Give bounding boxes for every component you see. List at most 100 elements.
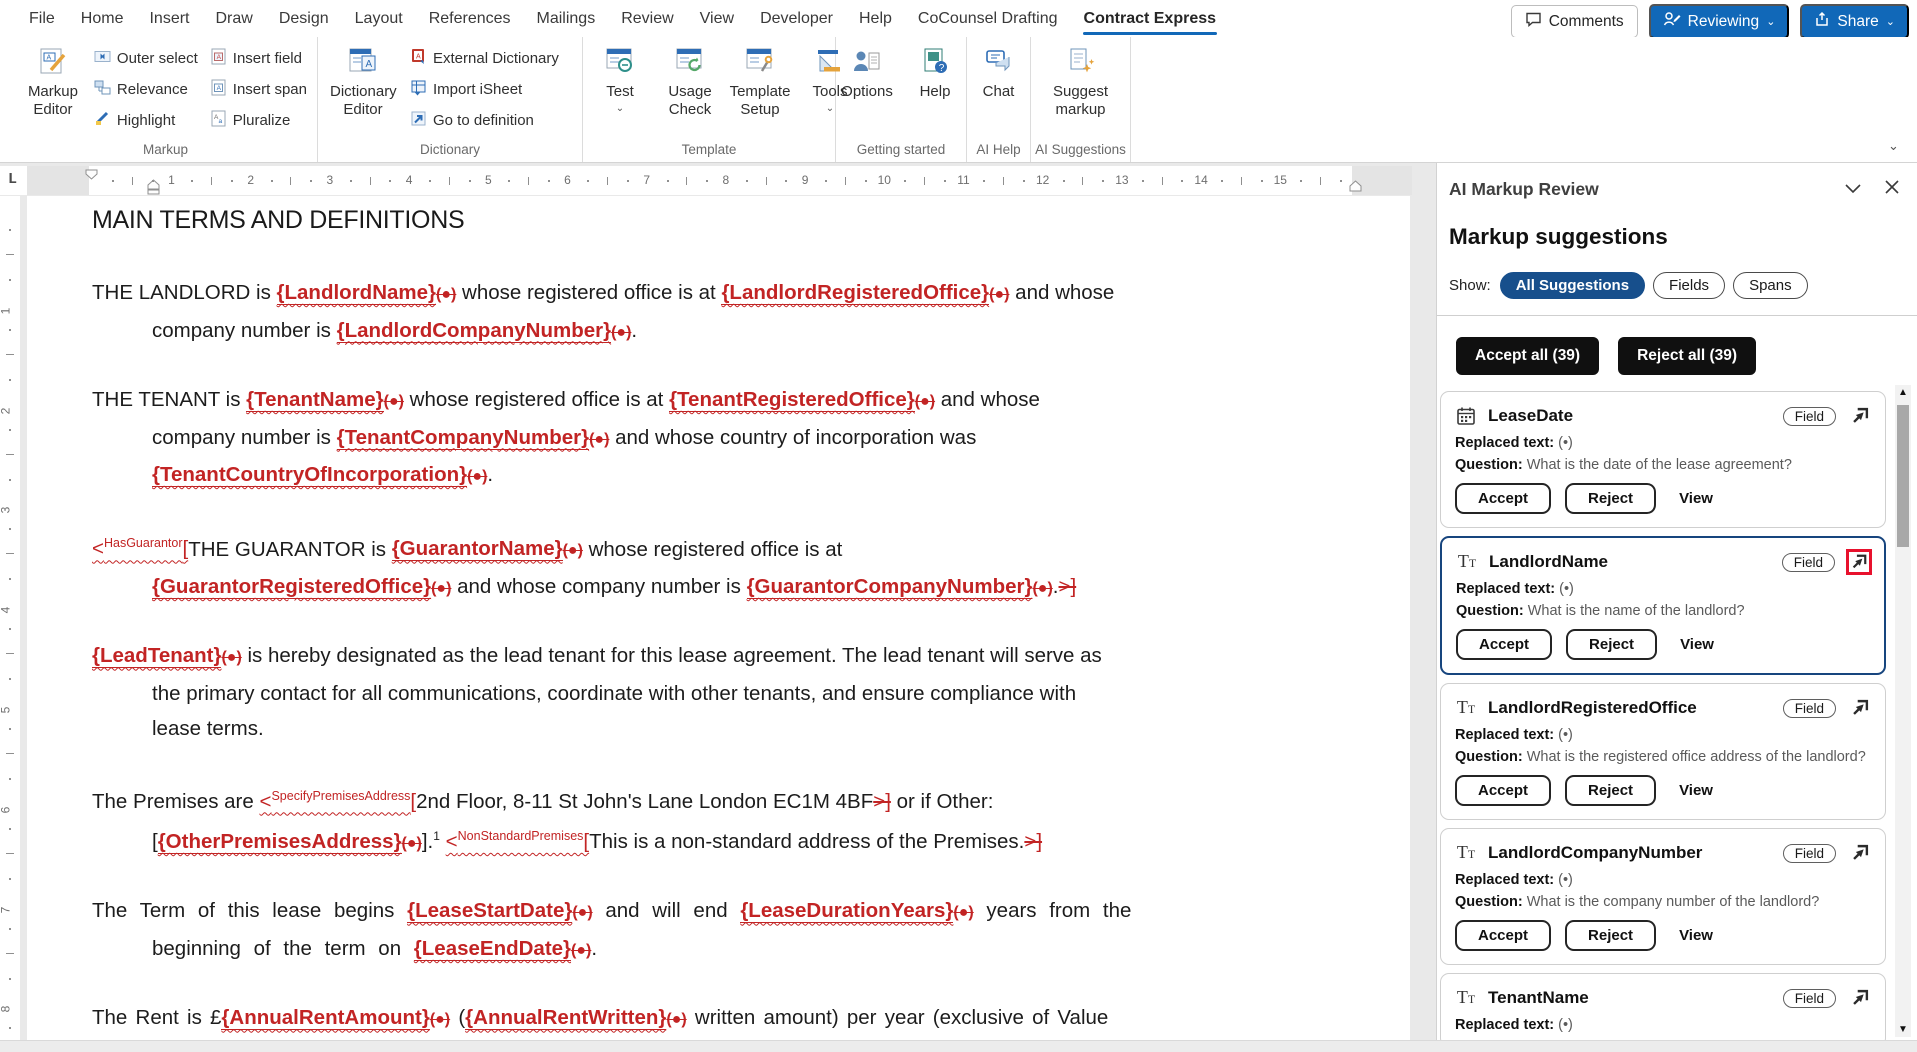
panel-scrollbar[interactable]: ▲ ▼ [1895, 385, 1911, 1037]
reject-button[interactable]: Reject [1565, 920, 1656, 951]
accept-button[interactable]: Accept [1455, 920, 1551, 951]
tab-cocounsel-drafting[interactable]: CoCounsel Drafting [905, 0, 1071, 37]
external-dictionary-button[interactable]: A External Dictionary [406, 43, 563, 74]
import-isheet-button[interactable]: Import iSheet [406, 74, 563, 105]
ruler-tick [1261, 180, 1263, 182]
highlight-button[interactable]: Highlight [90, 105, 202, 136]
filter-fields[interactable]: Fields [1653, 272, 1725, 299]
template-setup-button[interactable]: Template Setup [729, 43, 791, 119]
ruler-tick [1241, 177, 1242, 185]
tab-insert[interactable]: Insert [136, 0, 202, 37]
markup-editor-button[interactable]: A Markup Editor [20, 43, 86, 119]
horizontal-ruler[interactable]: L 123456789101112131415 [0, 166, 1412, 195]
right-indent-marker[interactable] [1348, 179, 1363, 197]
ruler-tick [904, 180, 906, 182]
close-icon[interactable] [1885, 180, 1899, 199]
first-line-indent-marker[interactable] [85, 167, 98, 185]
tab-developer[interactable]: Developer [747, 0, 846, 37]
paragraph: THE LANDLORD is {LandlordName}(●) whose … [92, 275, 1345, 350]
tab-selector-icon[interactable]: L [8, 171, 17, 188]
document-text: 2nd Floor, 8-11 St John's Lane London EC… [416, 790, 873, 813]
goto-document-icon[interactable] [1847, 403, 1873, 429]
help-icon: ? [920, 47, 950, 80]
suggestion-card-LeaseDate[interactable]: LeaseDateFieldReplaced text: (•)Question… [1440, 391, 1886, 528]
suggestion-card-LandlordCompanyNumber[interactable]: TTLandlordCompanyNumberFieldReplaced tex… [1440, 828, 1886, 965]
view-link[interactable]: View [1679, 490, 1713, 507]
suggestion-card-TenantName[interactable]: TTTenantNameFieldReplaced text: (•) [1440, 973, 1886, 1040]
goto-document-icon[interactable] [1847, 840, 1873, 866]
ruler-number: 2 [247, 173, 254, 187]
accept-button[interactable]: Accept [1456, 629, 1552, 660]
vertical-ruler[interactable]: 12345678 [0, 196, 20, 1040]
reject-all-button[interactable]: Reject all (39) [1618, 337, 1756, 375]
span-open-marker-SpecifyPremisesAddress: <SpecifyPremisesAddress[ [259, 790, 416, 813]
tab-contract-express[interactable]: Contract Express [1071, 0, 1230, 37]
usage-check-button[interactable]: Usage Check [659, 43, 721, 119]
filter-all-suggestions[interactable]: All Suggestions [1500, 272, 1645, 299]
ruler-tick [1221, 180, 1223, 182]
share-button[interactable]: Share ⌄ [1800, 4, 1909, 39]
accept-button[interactable]: Accept [1455, 775, 1551, 806]
document-page[interactable]: MAIN TERMS AND DEFINITIONS THE LANDLORD … [27, 196, 1410, 1040]
ruler-number: 8 [723, 173, 730, 187]
ruler-tick [9, 828, 11, 830]
collapse-ribbon-icon[interactable]: ⌄ [1888, 138, 1899, 154]
goto-document-icon[interactable] [1847, 695, 1873, 721]
accept-button[interactable]: Accept [1455, 483, 1551, 514]
group-label-dictionary: Dictionary [318, 141, 582, 162]
go-to-definition-button[interactable]: Go to definition [406, 105, 563, 136]
reject-button[interactable]: Reject [1565, 775, 1656, 806]
tab-file[interactable]: File [16, 0, 68, 37]
ruler-number: 11 [957, 173, 969, 187]
view-link[interactable]: View [1680, 636, 1714, 653]
document-text: or if Other: [891, 790, 994, 813]
pluralize-button[interactable]: Aa Pluralize [206, 105, 311, 136]
filter-spans[interactable]: Spans [1733, 272, 1808, 299]
reject-button[interactable]: Reject [1565, 483, 1656, 514]
panel-title: AI Markup Review [1449, 179, 1821, 200]
comments-button[interactable]: Comments [1511, 5, 1638, 38]
tab-help[interactable]: Help [846, 0, 905, 37]
chat-button[interactable]: Chat [968, 43, 1030, 101]
tab-review[interactable]: Review [608, 0, 686, 37]
paragraph: The Rent is £{AnnualRentAmount}(●) ({Ann… [92, 1000, 1345, 1040]
help-button[interactable]: ? Help [904, 43, 966, 101]
ruler-number: 8 [0, 1006, 12, 1013]
paragraph: The Premises are <SpecifyPremisesAddress… [92, 779, 1345, 862]
dictionary-editor-button[interactable]: A Dictionary Editor [324, 43, 402, 119]
options-button[interactable]: Options [836, 43, 898, 101]
tab-references[interactable]: References [416, 0, 524, 37]
reject-button[interactable]: Reject [1566, 629, 1657, 660]
chevron-down-icon[interactable] [1845, 181, 1861, 199]
goto-document-icon[interactable] [1846, 549, 1872, 575]
tab-home[interactable]: Home [68, 0, 137, 37]
suggestion-card-LandlordRegisteredOffice[interactable]: TTLandlordRegisteredOfficeFieldReplaced … [1440, 683, 1886, 820]
accept-all-button[interactable]: Accept all (39) [1456, 337, 1599, 375]
tab-view[interactable]: View [687, 0, 747, 37]
usage-check-icon [675, 47, 705, 80]
field-type-badge: Field [1783, 989, 1836, 1008]
suggestion-title: LandlordName [1489, 552, 1608, 572]
document-text: company number is [152, 426, 337, 449]
suggestion-card-LandlordName[interactable]: TTLandlordNameFieldReplaced text: (•)Que… [1440, 536, 1886, 675]
suggest-markup-button[interactable]: Suggest markup [1045, 43, 1117, 119]
scrollbar-thumb[interactable] [1897, 405, 1909, 547]
insert-field-button[interactable]: A Insert field [206, 43, 311, 74]
ribbon: A Markup Editor Outer select Relevance H… [0, 37, 1917, 163]
scrollbar-up-icon[interactable]: ▲ [1895, 385, 1911, 400]
view-link[interactable]: View [1679, 927, 1713, 944]
scrollbar-down-icon[interactable]: ▼ [1895, 1022, 1911, 1037]
test-button[interactable]: Test ⌄ [589, 43, 651, 113]
go-to-definition-icon [410, 110, 427, 131]
dictionary-editor-label: Dictionary Editor [330, 83, 396, 119]
relevance-button[interactable]: Relevance [90, 74, 202, 105]
reviewing-button[interactable]: Reviewing ⌄ [1649, 4, 1790, 39]
view-link[interactable]: View [1679, 782, 1713, 799]
tab-design[interactable]: Design [266, 0, 342, 37]
tab-mailings[interactable]: Mailings [524, 0, 609, 37]
insert-span-button[interactable]: A Insert span [206, 74, 311, 105]
tab-draw[interactable]: Draw [202, 0, 265, 37]
tab-layout[interactable]: Layout [342, 0, 416, 37]
goto-document-icon[interactable] [1847, 985, 1873, 1011]
outer-select-button[interactable]: Outer select [90, 43, 202, 74]
